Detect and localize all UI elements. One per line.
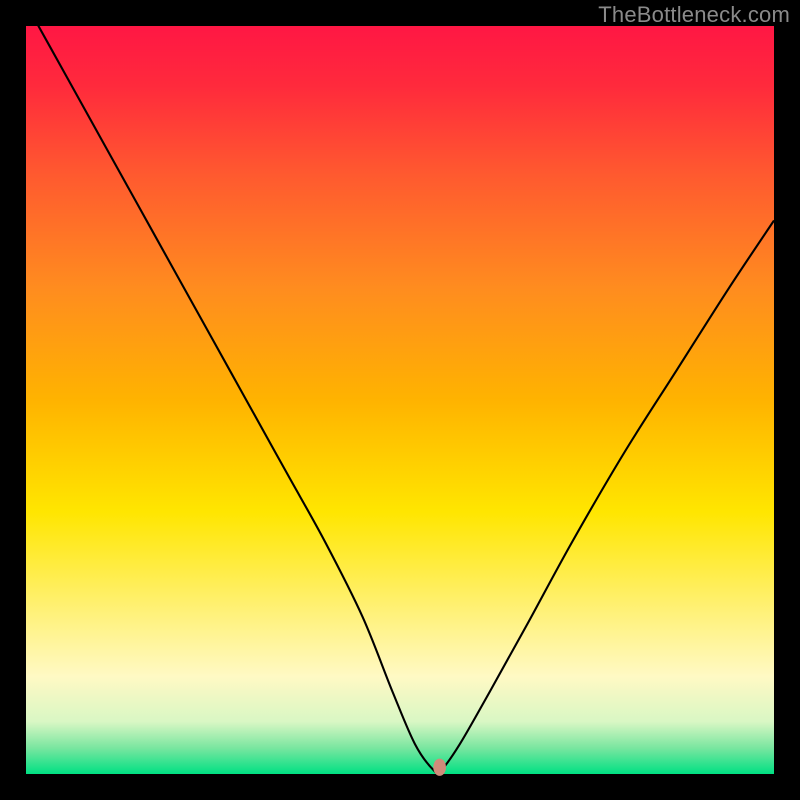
- bottleneck-chart: [0, 0, 800, 800]
- watermark-text: TheBottleneck.com: [598, 2, 790, 28]
- chart-frame: TheBottleneck.com: [0, 0, 800, 800]
- plot-background: [26, 26, 774, 774]
- optimal-point-marker: [433, 759, 446, 776]
